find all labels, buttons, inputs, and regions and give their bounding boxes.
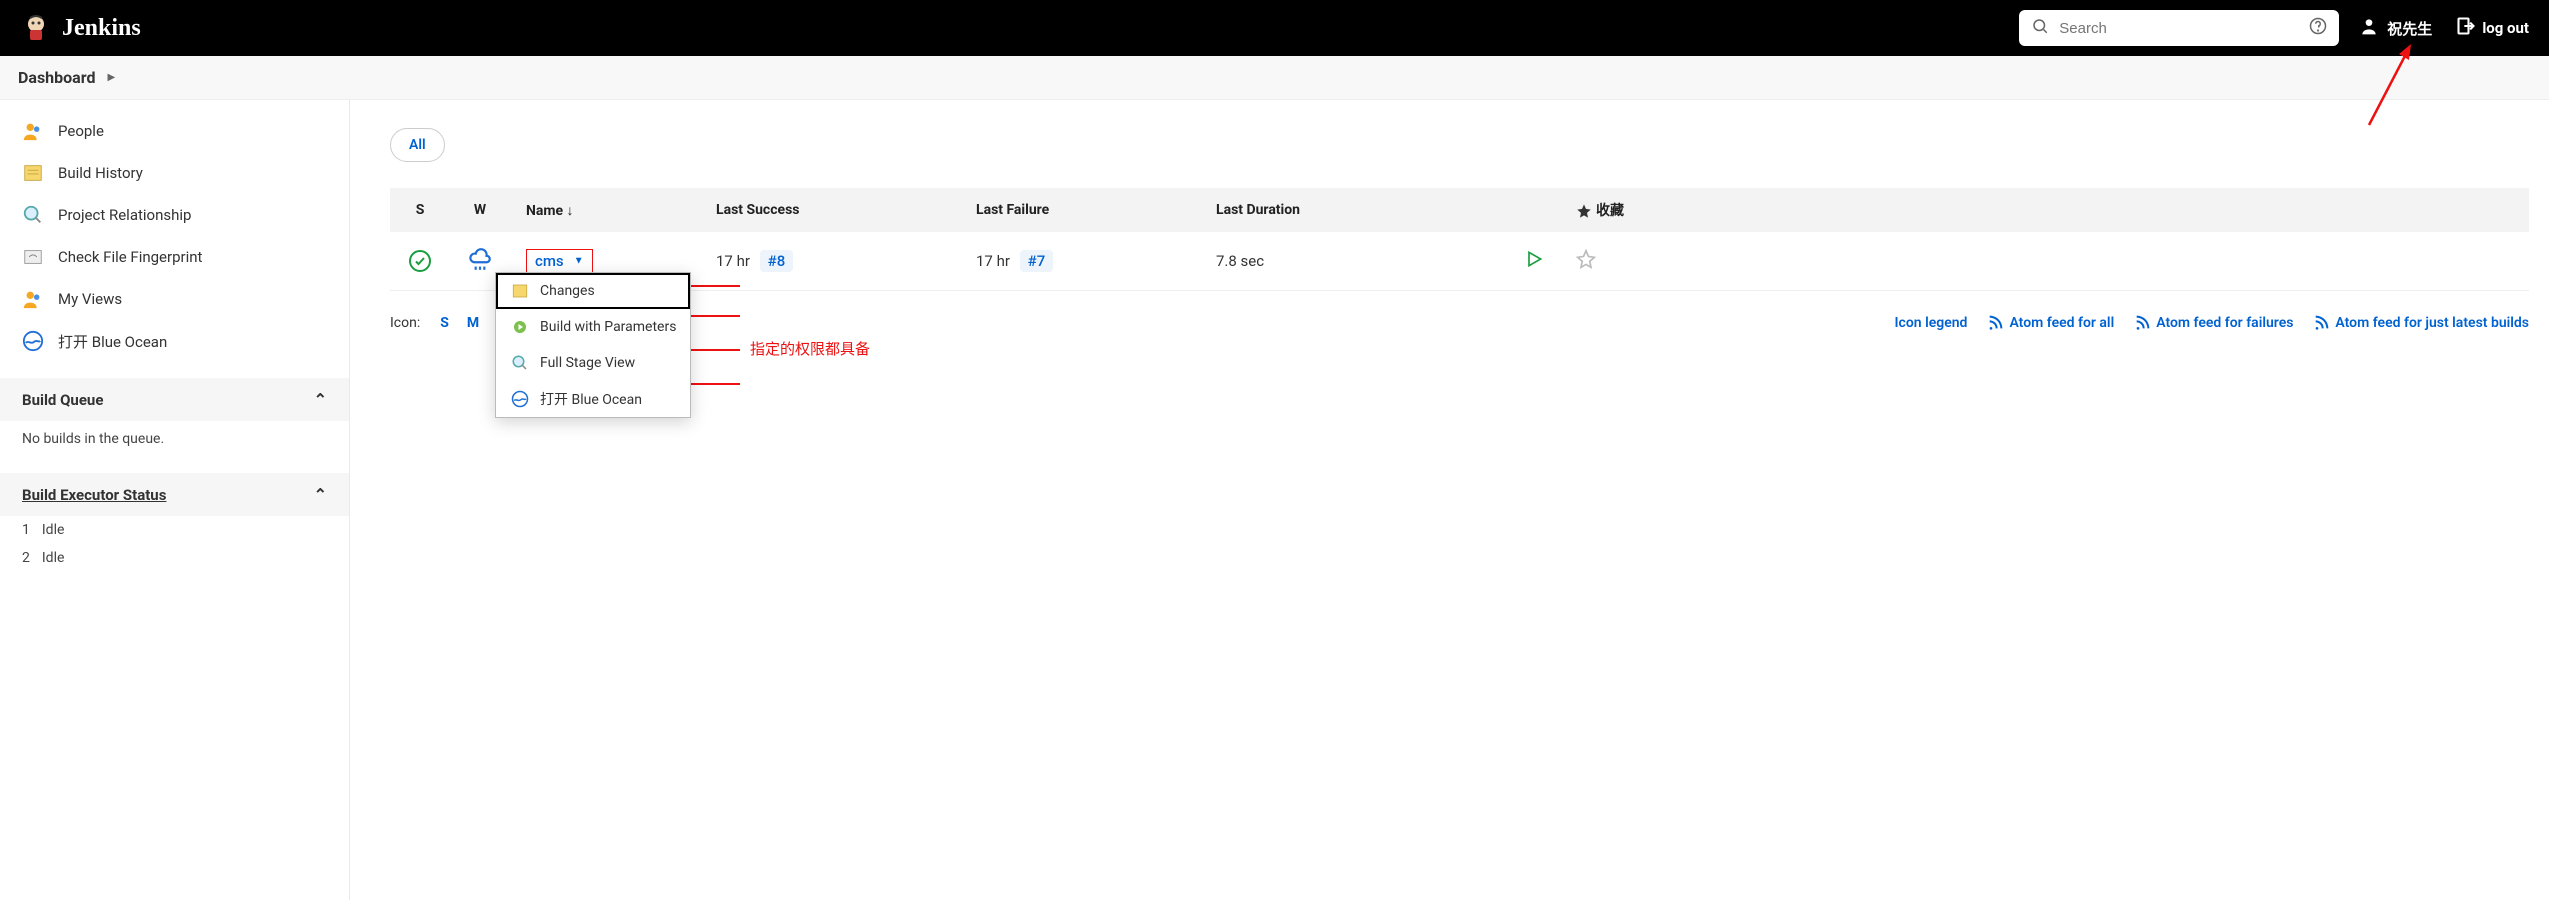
sidebar-item-blue-ocean[interactable]: 打开 Blue Ocean: [0, 320, 349, 362]
job-context-menu: Changes Build with Parameters Full Stage…: [495, 272, 691, 418]
user-icon: [2359, 16, 2379, 40]
executor-state: Idle: [42, 522, 65, 538]
sidebar-item-fingerprint[interactable]: Check File Fingerprint: [0, 236, 349, 278]
star-icon: [1576, 203, 1592, 219]
executor-num: 1: [22, 522, 30, 538]
stage-view-icon: [510, 353, 530, 373]
people-icon: [22, 120, 44, 142]
logout-icon: [2456, 16, 2476, 40]
rss-icon: [2313, 315, 2329, 331]
table-row: cms ▼ 17 hr #8 17 hr #7 7.8 sec: [390, 232, 2529, 291]
sidebar: People Build History Project Relationshi…: [0, 100, 350, 900]
col-weather[interactable]: W: [450, 188, 510, 232]
rss-icon: [1987, 315, 2003, 331]
favorite-star-icon[interactable]: [1576, 255, 1596, 273]
blue-ocean-icon: [22, 330, 44, 352]
executor-state: Idle: [42, 550, 65, 566]
executor-status-title: Build Executor Status: [22, 486, 166, 504]
rss-icon: [2134, 315, 2150, 331]
menu-item-label: 打开 Blue Ocean: [540, 389, 642, 409]
username-label: 祝先生: [2387, 18, 2432, 39]
help-icon[interactable]: [2309, 17, 2327, 39]
chevron-up-icon: ⌃: [314, 390, 327, 409]
menu-item-build-params[interactable]: Build with Parameters: [496, 309, 690, 345]
top-header: Jenkins 祝先生 log out: [0, 0, 2549, 56]
menu-item-blue-ocean[interactable]: 打开 Blue Ocean: [496, 381, 690, 417]
last-success-time: 17 hr: [716, 252, 750, 270]
chevron-right-icon[interactable]: ▶: [107, 72, 115, 83]
menu-item-label: Build with Parameters: [540, 319, 676, 335]
executor-row: 1 Idle: [0, 516, 349, 544]
job-name: cms: [535, 252, 564, 270]
search-relation-icon: [22, 204, 44, 226]
blue-ocean-icon: [510, 389, 530, 409]
col-last-duration[interactable]: Last Duration: [1200, 188, 1500, 232]
jenkins-logo-icon: [20, 12, 52, 44]
sidebar-item-label: People: [58, 122, 104, 140]
menu-item-full-stage[interactable]: Full Stage View: [496, 345, 690, 381]
sort-down-icon: ↓: [567, 203, 574, 219]
logo-area[interactable]: Jenkins: [20, 12, 141, 44]
icon-size-m[interactable]: M: [467, 315, 479, 331]
job-table: S W Name ↓ Last Success Last Failure Las…: [390, 188, 2529, 291]
chevron-down-icon: ▼: [574, 256, 584, 267]
logout-link[interactable]: log out: [2456, 16, 2529, 40]
build-queue-empty: No builds in the queue.: [0, 421, 349, 457]
atom-fail-link[interactable]: Atom feed for failures: [2134, 315, 2293, 331]
col-last-failure[interactable]: Last Failure: [960, 188, 1200, 232]
sidebar-item-label: My Views: [58, 290, 122, 308]
history-icon: [22, 162, 44, 184]
build-icon: [510, 317, 530, 337]
chevron-up-icon: ⌃: [314, 485, 327, 504]
tab-all[interactable]: All: [390, 128, 445, 162]
user-link[interactable]: 祝先生: [2359, 16, 2432, 40]
menu-item-label: Full Stage View: [540, 355, 635, 371]
sidebar-item-project-relationship[interactable]: Project Relationship: [0, 194, 349, 236]
sidebar-item-people[interactable]: People: [0, 110, 349, 152]
play-build-icon[interactable]: [1524, 255, 1544, 273]
atom-all-link[interactable]: Atom feed for all: [1987, 315, 2114, 331]
col-name[interactable]: Name ↓: [510, 188, 700, 232]
breadcrumb-dashboard[interactable]: Dashboard: [18, 68, 95, 87]
last-success-build-link[interactable]: #8: [760, 250, 794, 272]
atom-latest-link[interactable]: Atom feed for just latest builds: [2313, 315, 2529, 331]
col-last-success[interactable]: Last Success: [700, 188, 960, 232]
executor-row: 2 Idle: [0, 544, 349, 572]
annotation-text: 指定的权限都具备: [750, 338, 870, 359]
breadcrumb-bar: Dashboard ▶: [0, 56, 2549, 100]
brand-text: Jenkins: [62, 15, 141, 42]
menu-item-changes[interactable]: Changes: [496, 273, 690, 309]
icon-size-label: Icon:: [390, 315, 420, 331]
job-name-dropdown-trigger[interactable]: cms ▼: [526, 249, 593, 273]
last-duration: 7.8 sec: [1200, 232, 1500, 291]
icon-size-s[interactable]: S: [440, 315, 449, 331]
executor-status-header[interactable]: Build Executor Status ⌃: [0, 473, 349, 516]
sidebar-item-label: Build History: [58, 164, 143, 182]
icon-legend-link[interactable]: Icon legend: [1895, 315, 1968, 331]
sidebar-item-label: Project Relationship: [58, 206, 191, 224]
menu-item-label: Changes: [540, 283, 595, 299]
build-queue-title: Build Queue: [22, 391, 103, 409]
last-failure-build-link[interactable]: #7: [1020, 250, 1054, 272]
changes-icon: [510, 281, 530, 301]
sidebar-item-label: 打开 Blue Ocean: [58, 331, 167, 352]
logout-label: log out: [2482, 19, 2529, 37]
status-success-icon: [409, 250, 431, 272]
sidebar-item-my-views[interactable]: My Views: [0, 278, 349, 320]
fingerprint-icon: [22, 246, 44, 268]
sidebar-item-label: Check File Fingerprint: [58, 248, 202, 266]
build-queue-header[interactable]: Build Queue ⌃: [0, 378, 349, 421]
sidebar-item-build-history[interactable]: Build History: [0, 152, 349, 194]
search-icon: [2031, 17, 2049, 39]
main-content: All S W Name ↓ Last Success Last Failure…: [350, 100, 2549, 900]
col-status[interactable]: S: [390, 188, 450, 232]
my-views-icon: [22, 288, 44, 310]
executor-num: 2: [22, 550, 30, 566]
search-input[interactable]: [2019, 10, 2339, 46]
last-failure-time: 17 hr: [976, 252, 1010, 270]
weather-cloudy-icon: [467, 246, 493, 272]
col-fav[interactable]: 收藏: [1560, 188, 2529, 232]
search-box: [2019, 10, 2339, 46]
footer-row: Icon: S M Icon legend Atom feed for all …: [390, 315, 2529, 331]
